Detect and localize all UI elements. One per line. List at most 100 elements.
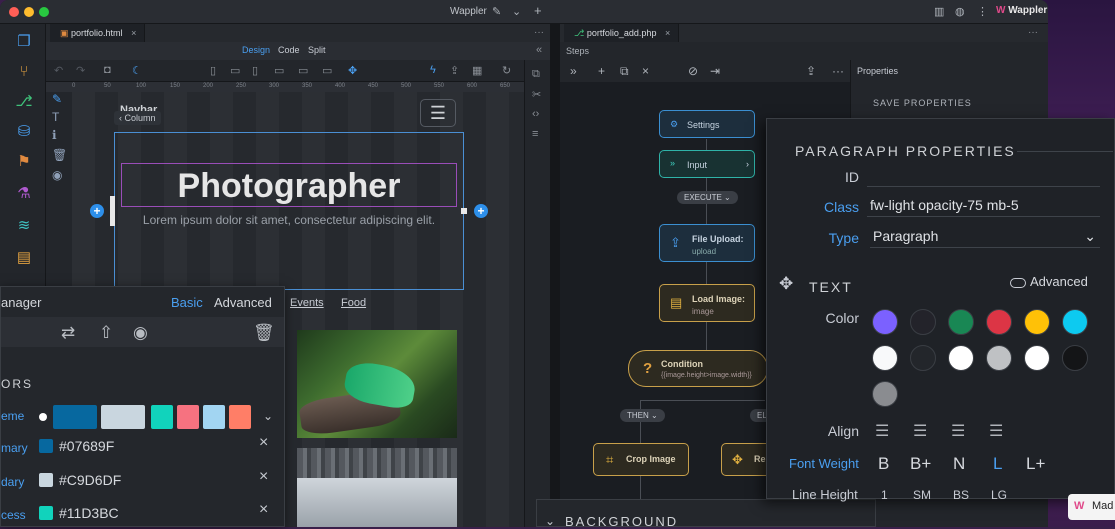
edit-icon[interactable]: ✎ — [52, 92, 62, 106]
info-icon[interactable]: ℹ — [52, 128, 57, 142]
background-panel[interactable]: ⌄ BACKGROUND — [536, 499, 876, 529]
success-value[interactable]: #11D3BC — [59, 505, 119, 521]
drag-handle[interactable] — [110, 196, 115, 226]
line-height-bs[interactable]: BS — [953, 488, 969, 502]
weight-light[interactable]: L — [993, 454, 1002, 474]
weight-bold[interactable]: B — [878, 454, 889, 474]
theme-swatch[interactable] — [229, 405, 251, 429]
workflow-icon[interactable]: ⎇ — [14, 92, 34, 112]
color-swatch[interactable] — [910, 345, 936, 371]
share-icon[interactable]: ⇪ — [806, 64, 816, 78]
move-icon[interactable]: ✥ — [348, 64, 357, 77]
mobile-icon[interactable]: ▯ — [210, 64, 216, 77]
layers-icon[interactable]: ≋ — [14, 216, 34, 236]
expand-icon[interactable]: » — [570, 64, 577, 78]
code-icon[interactable]: ‹› — [532, 108, 539, 120]
close-icon[interactable]: × — [131, 28, 136, 38]
camera-icon[interactable]: ◘ — [104, 64, 111, 76]
layers-icon[interactable]: ⧉ — [532, 68, 540, 81]
close-window-button[interactable] — [9, 7, 19, 17]
more-icon[interactable]: ··· — [832, 64, 844, 78]
refresh-icon[interactable]: ↻ — [502, 64, 511, 77]
lightning-icon[interactable]: ϟ — [430, 64, 436, 76]
swap-icon[interactable]: ⇄ — [61, 323, 75, 343]
color-swatch[interactable] — [1024, 309, 1050, 335]
tab-split[interactable]: Split — [308, 45, 326, 55]
line-height-sm[interactable]: SM — [913, 488, 931, 502]
theme-drop-icon[interactable]: ◍ — [955, 5, 965, 18]
routing-icon[interactable]: ⚑ — [14, 152, 34, 172]
move-icon[interactable]: ✥ — [779, 274, 793, 294]
color-swatch[interactable] — [910, 309, 936, 335]
color-swatch[interactable] — [986, 309, 1012, 335]
tablet-icon[interactable]: ▯ — [252, 64, 258, 77]
eye-icon[interactable]: ◉ — [133, 323, 148, 343]
theme-swatch[interactable] — [177, 405, 199, 429]
execute-pill[interactable]: EXECUTE ⌄ — [677, 191, 738, 204]
resize-handle[interactable] — [461, 208, 467, 214]
align-center-icon[interactable]: ☰ — [913, 421, 927, 441]
more-icon[interactable]: ⋮ — [977, 5, 988, 18]
tab-portfolio-add[interactable]: ⎇ portfolio_add.php × — [564, 24, 680, 42]
tab-basic[interactable]: Basic — [171, 295, 203, 310]
color-swatch[interactable] — [948, 345, 974, 371]
split-divider[interactable] — [550, 24, 560, 527]
add-before-button[interactable]: + — [90, 204, 104, 218]
tab-portfolio-html[interactable]: ▣ portfolio.html × — [50, 24, 146, 42]
grid-icon[interactable]: ▦ — [472, 64, 482, 77]
align-right-icon[interactable]: ☰ — [951, 421, 965, 441]
then-pill[interactable]: THEN ⌄ — [620, 409, 665, 422]
node-crop-image[interactable]: ⌗ Crop Image — [593, 443, 689, 476]
share-icon[interactable]: ⇪ — [450, 64, 459, 77]
chevron-down-icon[interactable]: ⌄ — [263, 409, 273, 423]
color-swatch[interactable] — [1024, 345, 1050, 371]
hero-lead[interactable]: Lorem ipsum dolor sit amet, consectetur … — [114, 213, 464, 227]
close-icon[interactable]: × — [665, 28, 670, 38]
primary-value[interactable]: #07689F — [59, 438, 114, 454]
hamburger-menu-icon[interactable]: ☰ — [420, 99, 456, 127]
color-swatch[interactable] — [872, 381, 898, 407]
pages-icon[interactable]: ❐ — [14, 32, 34, 52]
remove-icon[interactable]: × — [259, 468, 268, 486]
database-icon[interactable]: ⛁ — [14, 122, 34, 142]
export-icon[interactable]: ⇥ — [710, 64, 720, 78]
wide-screen-icon[interactable]: ▭ — [322, 64, 332, 77]
eye-icon[interactable]: ◉ — [52, 168, 62, 182]
weight-lighter[interactable]: L+ — [1026, 454, 1045, 474]
weight-bolder[interactable]: B+ — [910, 454, 931, 474]
color-swatch[interactable] — [948, 309, 974, 335]
edit-icon[interactable]: ✎ — [492, 5, 501, 18]
color-swatch[interactable] — [1062, 345, 1088, 371]
color-swatch[interactable] — [1062, 309, 1088, 335]
add-after-button[interactable]: + — [474, 204, 488, 218]
tools-icon[interactable]: ✂ — [532, 88, 541, 101]
clipboard-icon[interactable]: ▤ — [14, 248, 34, 268]
align-justify-icon[interactable]: ☰ — [989, 421, 1003, 441]
copy-icon[interactable]: ⧉ — [620, 64, 629, 79]
secondary-chip[interactable] — [39, 473, 53, 487]
success-chip[interactable] — [39, 506, 53, 520]
more-icon[interactable]: ··· — [534, 27, 544, 38]
minimize-window-button[interactable] — [24, 7, 34, 17]
text-format-icon[interactable]: T — [52, 110, 59, 124]
node-file-upload[interactable]: ⇪ File Upload: upload — [659, 224, 755, 262]
new-tab-icon[interactable]: + — [534, 3, 542, 18]
made-with-badge[interactable]: W Mad — [1068, 494, 1115, 520]
layout-icon[interactable]: ▥ — [934, 5, 944, 18]
node-condition[interactable]: ? Condition {{image.height>image.width}} — [628, 350, 768, 387]
theme-swatch[interactable] — [151, 405, 173, 429]
dark-mode-icon[interactable]: ☾ — [132, 64, 142, 77]
theme-swatch[interactable] — [53, 405, 97, 429]
more-icon[interactable]: ··· — [1028, 27, 1038, 38]
redo-icon[interactable]: ↷ — [76, 64, 85, 77]
trash-icon[interactable]: 🗑 — [253, 323, 275, 343]
advanced-toggle[interactable] — [1010, 278, 1026, 288]
weight-normal[interactable]: N — [953, 454, 965, 474]
link-events[interactable]: Events — [290, 297, 324, 309]
delete-icon[interactable]: × — [642, 64, 649, 78]
selected-column[interactable] — [114, 132, 464, 290]
align-left-icon[interactable]: ☰ — [875, 421, 889, 441]
link-food[interactable]: Food — [341, 297, 366, 309]
node-input[interactable]: » Input › — [659, 150, 755, 178]
tab-advanced[interactable]: Advanced — [214, 295, 272, 310]
